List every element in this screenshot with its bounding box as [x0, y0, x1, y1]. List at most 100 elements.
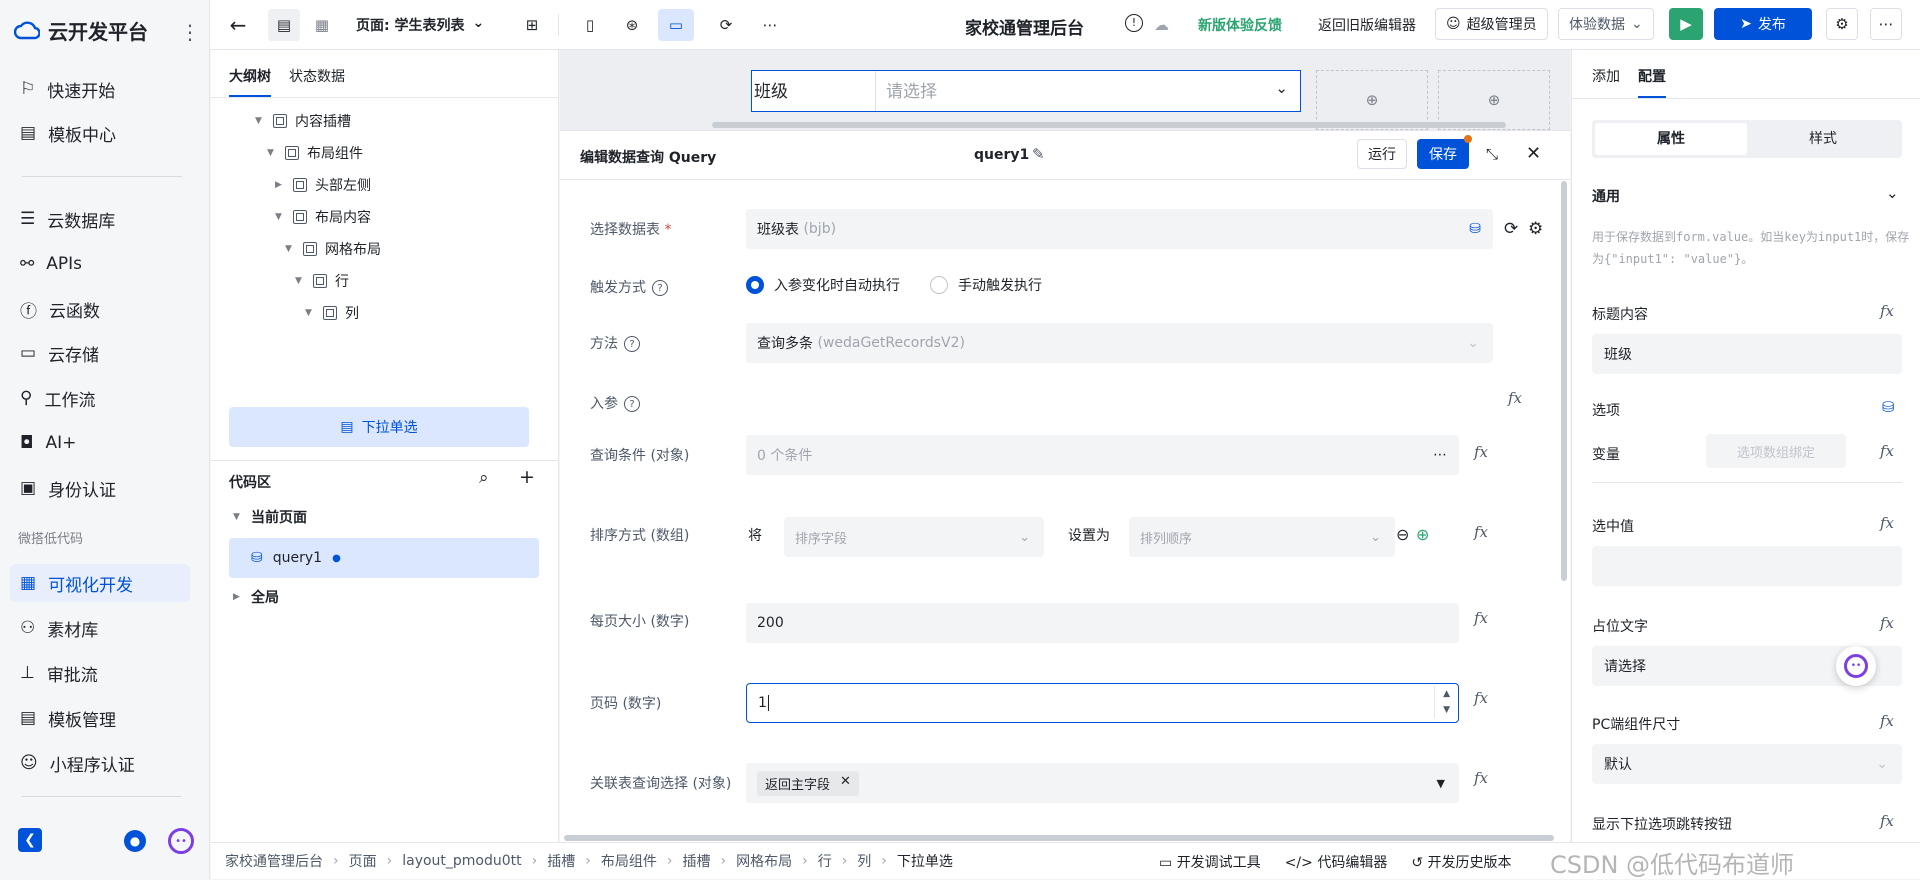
- page-list-icon[interactable]: ▤: [268, 9, 300, 41]
- add-cell-placeholder[interactable]: ⊕: [1438, 70, 1550, 130]
- debug-tools-button[interactable]: ▭ 开发调试工具: [1159, 852, 1261, 872]
- trigger-auto-radio[interactable]: 入参变化时自动执行: [746, 275, 900, 295]
- breadcrumb-item[interactable]: 页面: [349, 851, 377, 871]
- env-select[interactable]: 体验数据 ⌄: [1558, 8, 1654, 40]
- general-section-title[interactable]: 通用: [1592, 186, 1620, 206]
- run-button[interactable]: 运行: [1357, 139, 1407, 169]
- fx-icon[interactable]: fx: [1474, 443, 1488, 461]
- assistant-icon[interactable]: ••: [168, 828, 194, 854]
- breadcrumb-item[interactable]: 家校通管理后台: [225, 851, 323, 871]
- table-select[interactable]: 班级表 (bjb) ⛁: [746, 209, 1493, 249]
- admin-button[interactable]: ☺ 超级管理员: [1435, 8, 1548, 40]
- tree-node[interactable]: ▼ 网格布局: [285, 232, 381, 266]
- miniprogram-view-icon[interactable]: ⊛: [616, 9, 648, 41]
- help-icon[interactable]: ?: [624, 396, 640, 412]
- breadcrumb-item[interactable]: 插槽: [682, 851, 710, 871]
- fx-icon[interactable]: fx: [1880, 812, 1894, 830]
- nav-template-center[interactable]: ▤ 模板中心: [10, 114, 190, 152]
- mobile-view-icon[interactable]: ▯: [574, 9, 606, 41]
- nav-apis[interactable]: ⚯ APIs: [10, 245, 190, 283]
- close-icon[interactable]: ✕: [840, 774, 851, 793]
- save-button[interactable]: 保存: [1417, 139, 1469, 169]
- selected-value-input[interactable]: [1592, 546, 1902, 586]
- nav-workflow[interactable]: ⚲ 工作流: [10, 379, 190, 417]
- breadcrumb-item[interactable]: 网格布局: [736, 851, 792, 871]
- fx-icon[interactable]: fx: [1474, 609, 1488, 627]
- tree-node[interactable]: ▼ 列: [305, 296, 359, 330]
- settings-icon[interactable]: ⚙: [1826, 8, 1858, 40]
- breadcrumb-item[interactable]: 插槽: [547, 851, 575, 871]
- code-editor-button[interactable]: </> 代码编辑器: [1285, 852, 1388, 872]
- fx-icon[interactable]: fx: [1474, 769, 1488, 787]
- tree-node[interactable]: ▼ 布局内容: [275, 200, 371, 234]
- fx-icon[interactable]: fx: [1880, 614, 1894, 632]
- tree-node[interactable]: ▶ 头部左侧: [275, 168, 371, 202]
- fx-icon[interactable]: fx: [1880, 442, 1894, 460]
- tab-outline-tree[interactable]: 大纲树: [229, 66, 271, 97]
- chevron-down-icon[interactable]: ⌄: [1886, 184, 1899, 202]
- tab-config[interactable]: 配置: [1638, 66, 1666, 98]
- assistant-float-button[interactable]: ••: [1836, 646, 1876, 686]
- size-select[interactable]: 默认 ⌄: [1592, 744, 1902, 784]
- refresh-icon[interactable]: ⟳: [1504, 219, 1518, 239]
- trigger-manual-radio[interactable]: 手动触发执行: [930, 275, 1042, 295]
- tree-node[interactable]: ▼ 布局组件: [267, 136, 363, 170]
- desktop-view-icon[interactable]: ▭: [658, 9, 694, 41]
- nav-quick-start[interactable]: ⚐ 快速开始: [10, 70, 190, 108]
- close-icon[interactable]: ✕: [1526, 143, 1541, 164]
- search-icon[interactable]: ⌕: [479, 468, 489, 488]
- breadcrumb-item[interactable]: 列: [857, 851, 871, 871]
- add-icon[interactable]: +: [519, 466, 535, 488]
- sort-field-select[interactable]: 排序字段 ⌄: [784, 517, 1044, 557]
- relation-select[interactable]: 返回主字段 ✕ ▼: [746, 763, 1459, 803]
- info-icon[interactable]: !: [1125, 14, 1143, 32]
- add-cell-placeholder[interactable]: ⊕: [1316, 70, 1428, 130]
- scrollbar-vertical[interactable]: [1561, 181, 1567, 581]
- nav-storage[interactable]: ▭ 云存储: [10, 334, 190, 372]
- old-editor-link[interactable]: 返回旧版编辑器: [1318, 15, 1416, 35]
- user-avatar-icon[interactable]: ●: [124, 830, 146, 852]
- help-icon[interactable]: ?: [624, 336, 640, 352]
- fx-icon[interactable]: fx: [1474, 523, 1488, 541]
- refresh-icon[interactable]: ⟳: [710, 9, 742, 41]
- segment-style[interactable]: 样式: [1747, 123, 1899, 155]
- nav-auth[interactable]: ▣ 身份认证: [10, 469, 190, 507]
- stepper-arrows[interactable]: ▲ ▼: [1434, 686, 1450, 718]
- collapse-icon[interactable]: ⤡: [1486, 145, 1498, 163]
- tree-node[interactable]: ▼ 内容插槽: [255, 104, 351, 138]
- tree-node[interactable]: ▼ 行: [295, 264, 349, 298]
- database-icon[interactable]: ⛁: [1882, 398, 1895, 416]
- fx-icon[interactable]: fx: [1474, 689, 1488, 707]
- nav-approval[interactable]: ⊥ 审批流: [10, 654, 190, 692]
- segment-properties[interactable]: 属性: [1595, 123, 1747, 155]
- nav-database[interactable]: ☰ 云数据库: [10, 200, 190, 238]
- settings-icon[interactable]: ⚙: [1528, 219, 1543, 239]
- query-item[interactable]: ⛁ query1 ●: [229, 538, 539, 578]
- fx-icon[interactable]: fx: [1880, 514, 1894, 532]
- feedback-link[interactable]: 新版体验反馈: [1198, 15, 1282, 35]
- new-page-icon[interactable]: ⊞: [518, 9, 546, 41]
- more-menu-icon[interactable]: ⋯: [1870, 8, 1902, 40]
- nav-functions[interactable]: ⓕ 云函数: [10, 290, 190, 328]
- components-icon[interactable]: ▦: [306, 9, 338, 41]
- fx-icon[interactable]: fx: [1508, 389, 1522, 407]
- back-arrow-icon[interactable]: ←: [224, 9, 252, 41]
- nav-template-manage[interactable]: ▤ 模板管理: [10, 699, 190, 737]
- nav-visual-dev[interactable]: ▦ 可视化开发: [10, 564, 190, 602]
- tab-state-data[interactable]: 状态数据: [289, 66, 345, 97]
- tree-current-page[interactable]: ▼ 当前页面: [233, 500, 307, 534]
- breadcrumb-item-current[interactable]: 下拉单选: [897, 851, 953, 871]
- pin-icon[interactable]: ✎: [1032, 145, 1045, 163]
- page-no-input[interactable]: 1 ▲ ▼: [746, 683, 1459, 723]
- more-vertical-icon[interactable]: ⋮: [180, 20, 200, 44]
- canvas-scrollbar[interactable]: [712, 122, 1506, 128]
- nav-ai[interactable]: ◘ AI+: [10, 424, 190, 462]
- method-select[interactable]: 查询多条 (wedaGetRecordsV2) ⌄: [746, 323, 1493, 363]
- breadcrumb-item[interactable]: layout_pmodu0tt: [402, 853, 521, 869]
- canvas-dropdown-field[interactable]: 班级 请选择 ⌄: [751, 70, 1301, 112]
- history-button[interactable]: ↺ 开发历史版本: [1411, 852, 1511, 872]
- brand[interactable]: 云开发平台: [14, 16, 148, 45]
- remove-circle-icon[interactable]: ⊖: [1396, 525, 1409, 544]
- fx-icon[interactable]: fx: [1880, 302, 1894, 320]
- tab-add[interactable]: 添加: [1592, 66, 1620, 98]
